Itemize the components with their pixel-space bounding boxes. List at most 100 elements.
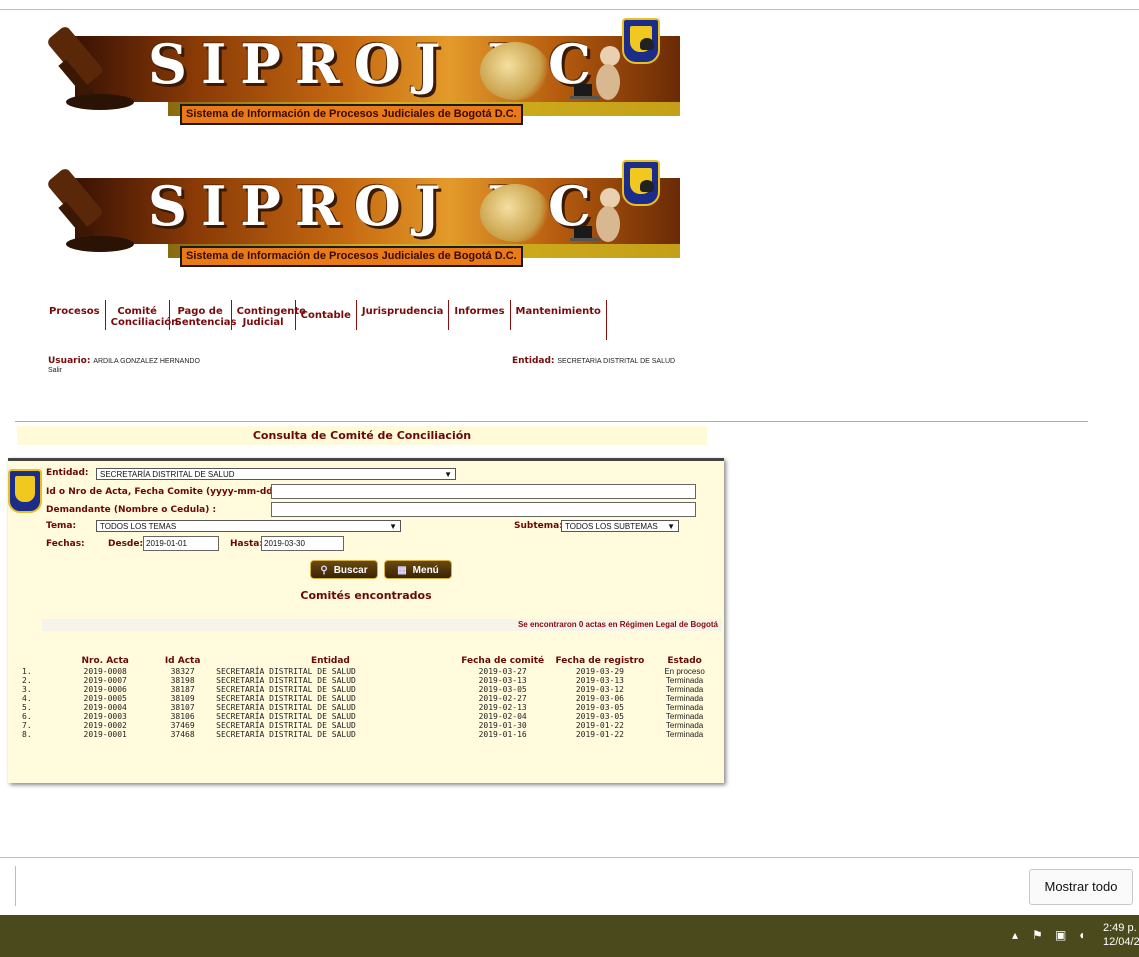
results-summary-bar: Se encontraron 0 actas en Régimen Legal … bbox=[42, 619, 722, 631]
globe-graphic bbox=[480, 42, 550, 100]
results-table: Nro. Acta Id Acta Entidad Fecha de comit… bbox=[22, 655, 724, 739]
user-label: Usuario: bbox=[48, 356, 91, 366]
user-entity: Entidad: SECRETARIA DISTRITAL DE SALUD bbox=[512, 356, 675, 366]
row-index: 6. bbox=[22, 712, 32, 721]
top-divider bbox=[0, 9, 1139, 10]
row-fecha-registro: 2019-03-05 bbox=[575, 712, 624, 721]
row-id-acta: 38106 bbox=[170, 712, 195, 721]
row-entidad: SECRETARÍA DISTRITAL DE SALUD bbox=[216, 667, 356, 676]
row-fecha-comite: 2019-03-05 bbox=[478, 685, 527, 694]
gavel-icon bbox=[48, 169, 134, 252]
clock-date: 12/04/201 bbox=[1103, 936, 1139, 948]
nav-item-jurisprudencia[interactable]: Jurisprudencia bbox=[357, 300, 450, 330]
row-fecha-comite: 2019-02-13 bbox=[478, 703, 527, 712]
table-row: 4. 2019-0005 38109 SECRETARÍA DISTRITAL DE … bbox=[22, 694, 724, 703]
table-row: 3. 2019-0006 38187 SECRETARÍA DISTRITAL DE … bbox=[22, 685, 724, 694]
demandante-input[interactable] bbox=[271, 502, 696, 517]
flag-icon[interactable]: ⚑ bbox=[1032, 928, 1043, 942]
entity-value: SECRETARIA DISTRITAL DE SALUD bbox=[557, 358, 676, 365]
table-row: 7. 2019-0002 37469 SECRETARÍA DISTRITAL DE … bbox=[22, 721, 724, 730]
row-nro-acta: 2019-0003 bbox=[83, 712, 127, 721]
nav-item-procesos[interactable]: Procesos bbox=[44, 300, 106, 330]
col-entidad: Entidad bbox=[310, 656, 350, 666]
row-id-acta: 37468 bbox=[170, 730, 195, 739]
row-nro-acta: 2019-0006 bbox=[83, 685, 127, 694]
row-id-acta: 38198 bbox=[170, 676, 195, 685]
nav-item-contable[interactable]: Contable bbox=[296, 300, 357, 330]
globe-graphic bbox=[480, 184, 550, 242]
entity-label: Entidad: bbox=[512, 356, 555, 366]
banner-subtitle: Sistema de Información de Procesos Judic… bbox=[180, 104, 523, 125]
figure-computer-icon bbox=[570, 188, 620, 242]
fechas-label: Fechas: bbox=[46, 539, 85, 549]
bogota-shield-icon bbox=[622, 18, 660, 64]
show-all-button[interactable]: Mostrar todo bbox=[1029, 869, 1133, 905]
menu-button[interactable]: ▦ Menú bbox=[384, 560, 452, 579]
row-fecha-comite: 2019-03-13 bbox=[478, 676, 527, 685]
row-entidad: SECRETARÍA DISTRITAL DE SALUD bbox=[216, 685, 356, 694]
entidad-select[interactable]: SECRETARÍA DISTRITAL DE SALUD ▼ bbox=[96, 468, 456, 480]
logout-link[interactable]: Salir bbox=[48, 367, 62, 374]
buscar-button-label: Buscar bbox=[333, 565, 368, 576]
table-row: 8. 2019-0001 37468 SECRETARÍA DISTRITAL DE … bbox=[22, 730, 724, 739]
col-estado: Estado bbox=[667, 656, 702, 666]
row-entidad: SECRETARÍA DISTRITAL DE SALUD bbox=[216, 694, 356, 703]
bogota-shield-icon bbox=[622, 160, 660, 206]
user-info: Usuario: ARDILA GONZALEZ HERNANDO bbox=[48, 356, 200, 366]
row-fecha-registro: 2019-03-05 bbox=[575, 703, 624, 712]
main-nav: Procesos Comité Conciliación Pago de Sen… bbox=[44, 300, 607, 340]
table-row: 5. 2019-0004 38107 SECRETARÍA DISTRITAL DE … bbox=[22, 703, 724, 712]
taskbar bbox=[0, 915, 1139, 957]
banner-header-duplicate: SIPROJ DC Sistema de Información de Proc… bbox=[40, 160, 682, 278]
desde-label: Desde: bbox=[108, 539, 144, 549]
menu-icon: ▦ bbox=[397, 565, 407, 576]
bogota-shield-icon bbox=[8, 469, 42, 513]
results-title: Comités encontrados bbox=[300, 589, 432, 602]
row-id-acta: 38109 bbox=[170, 694, 195, 703]
network-icon[interactable]: ▣ bbox=[1055, 928, 1066, 942]
hasta-input[interactable]: 2019-03-30 bbox=[261, 536, 344, 551]
nav-item-pago-sentencias[interactable]: Pago de Sentencias bbox=[170, 300, 236, 330]
subtema-select[interactable]: TODOS LOS SUBTEMAS ▼ bbox=[561, 520, 679, 532]
col-nro-acta: Nro. Acta bbox=[81, 656, 129, 666]
hasta-label: Hasta: bbox=[230, 539, 263, 549]
row-index: 5. bbox=[22, 703, 32, 712]
figure-computer-icon bbox=[570, 46, 620, 100]
row-estado: Terminada bbox=[665, 685, 704, 694]
downloads-bar-border bbox=[0, 857, 1139, 858]
row-entidad: SECRETARÍA DISTRITAL DE SALUD bbox=[216, 676, 356, 685]
binoculars-icon: ⚲ bbox=[320, 565, 328, 576]
downloads-bar-separator bbox=[15, 866, 16, 906]
taskbar-clock[interactable]: 2:49 p. m 12/04/201 bbox=[1103, 921, 1139, 949]
buscar-button[interactable]: ⚲ Buscar bbox=[310, 560, 378, 579]
row-fecha-comite: 2019-01-16 bbox=[478, 730, 527, 739]
row-index: 3. bbox=[22, 685, 32, 694]
row-fecha-comite: 2019-01-30 bbox=[478, 721, 527, 730]
tema-label: Tema: bbox=[46, 521, 77, 531]
nav-item-label: Comité Conciliación bbox=[110, 306, 179, 328]
row-index: 1. bbox=[22, 667, 32, 676]
row-entidad: SECRETARÍA DISTRITAL DE SALUD bbox=[216, 703, 356, 712]
acta-input[interactable] bbox=[271, 484, 696, 499]
search-panel: Entidad: SECRETARÍA DISTRITAL DE SALUD ▼… bbox=[8, 458, 724, 783]
row-fecha-comite: 2019-02-04 bbox=[478, 712, 527, 721]
row-id-acta: 38187 bbox=[170, 685, 195, 694]
table-row: 2. 2019-0007 38198 SECRETARÍA DISTRITAL DE … bbox=[22, 676, 724, 685]
subtema-label: Subtema: bbox=[514, 521, 563, 531]
row-nro-acta: 2019-0001 bbox=[83, 730, 127, 739]
row-id-acta: 38107 bbox=[170, 703, 195, 712]
row-id-acta: 38327 bbox=[170, 667, 195, 676]
nav-item-mantenimiento[interactable]: Mantenimiento bbox=[511, 300, 607, 340]
nav-item-contingente-judicial[interactable]: Contingente Judicial bbox=[232, 300, 306, 330]
desde-input[interactable]: 2019-01-01 bbox=[143, 536, 219, 551]
tray-overflow-icon[interactable]: ▴ bbox=[1012, 928, 1018, 942]
row-index: 7. bbox=[22, 721, 32, 730]
nav-item-informes[interactable]: Informes bbox=[449, 300, 511, 330]
dropdown-arrow-icon: ▼ bbox=[389, 522, 397, 531]
tema-select[interactable]: TODOS LOS TEMAS ▼ bbox=[96, 520, 401, 532]
volume-icon[interactable]: ◖ bbox=[1078, 928, 1085, 942]
row-estado: Terminada bbox=[665, 721, 704, 730]
row-estado: Terminada bbox=[665, 730, 704, 739]
clock-time: 2:49 p. m bbox=[1103, 922, 1139, 934]
nav-item-comite-conciliacion[interactable]: Comité Conciliación bbox=[106, 300, 178, 330]
